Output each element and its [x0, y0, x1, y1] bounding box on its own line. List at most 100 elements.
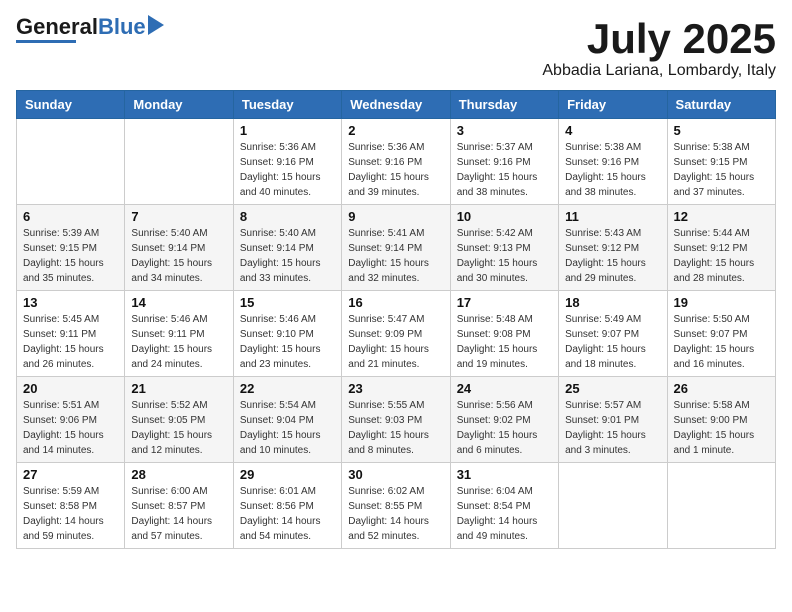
- day-number: 22: [240, 381, 335, 396]
- day-info: Sunrise: 5:37 AMSunset: 9:16 PMDaylight:…: [457, 140, 552, 200]
- day-info: Sunrise: 5:59 AMSunset: 8:58 PMDaylight:…: [23, 484, 118, 544]
- calendar-cell: 31 Sunrise: 6:04 AMSunset: 8:54 PMDayligh…: [450, 463, 558, 549]
- calendar-cell: 17 Sunrise: 5:48 AMSunset: 9:08 PMDayligh…: [450, 291, 558, 377]
- day-info: Sunrise: 5:51 AMSunset: 9:06 PMDaylight:…: [23, 398, 118, 458]
- day-number: 16: [348, 295, 443, 310]
- day-info: Sunrise: 6:02 AMSunset: 8:55 PMDaylight:…: [348, 484, 443, 544]
- day-info: Sunrise: 5:49 AMSunset: 9:07 PMDaylight:…: [565, 312, 660, 372]
- calendar-cell: 2Sunrise: 5:36 AMSunset: 9:16 PMDaylight…: [342, 119, 450, 205]
- day-number: 9: [348, 209, 443, 224]
- day-info: Sunrise: 5:40 AMSunset: 9:14 PMDaylight:…: [240, 226, 335, 286]
- day-number: 10: [457, 209, 552, 224]
- calendar-cell: [667, 463, 775, 549]
- month-title: July 2025: [542, 16, 776, 62]
- day-number: 13: [23, 295, 118, 310]
- calendar-cell: [125, 119, 233, 205]
- weekday-header-cell: Saturday: [667, 91, 775, 119]
- day-info: Sunrise: 5:52 AMSunset: 9:05 PMDaylight:…: [131, 398, 226, 458]
- day-info: Sunrise: 5:46 AMSunset: 9:10 PMDaylight:…: [240, 312, 335, 372]
- day-number: 12: [674, 209, 769, 224]
- day-number: 17: [457, 295, 552, 310]
- logo-arrow-icon: [148, 15, 164, 35]
- day-info: Sunrise: 5:40 AMSunset: 9:14 PMDaylight:…: [131, 226, 226, 286]
- day-number: 28: [131, 467, 226, 482]
- day-info: Sunrise: 6:01 AMSunset: 8:56 PMDaylight:…: [240, 484, 335, 544]
- day-number: 25: [565, 381, 660, 396]
- calendar-cell: 11Sunrise: 5:43 AMSunset: 9:12 PMDayligh…: [559, 205, 667, 291]
- day-number: 23: [348, 381, 443, 396]
- calendar-cell: [17, 119, 125, 205]
- calendar-week-row: 27 Sunrise: 5:59 AMSunset: 8:58 PMDayligh…: [17, 463, 776, 549]
- day-number: 6: [23, 209, 118, 224]
- calendar-week-row: 6Sunrise: 5:39 AMSunset: 9:15 PMDaylight…: [17, 205, 776, 291]
- day-number: 8: [240, 209, 335, 224]
- calendar-cell: 21 Sunrise: 5:52 AMSunset: 9:05 PMDayligh…: [125, 377, 233, 463]
- day-number: 31: [457, 467, 552, 482]
- calendar-week-row: 13Sunrise: 5:45 AMSunset: 9:11 PMDayligh…: [17, 291, 776, 377]
- day-info: Sunrise: 5:47 AMSunset: 9:09 PMDaylight:…: [348, 312, 443, 372]
- calendar-cell: 20 Sunrise: 5:51 AMSunset: 9:06 PMDayligh…: [17, 377, 125, 463]
- calendar-cell: 16 Sunrise: 5:47 AMSunset: 9:09 PMDayligh…: [342, 291, 450, 377]
- day-number: 3: [457, 123, 552, 138]
- calendar-cell: 3 Sunrise: 5:37 AMSunset: 9:16 PMDaylight…: [450, 119, 558, 205]
- title-block: July 2025 Abbadia Lariana, Lombardy, Ita…: [542, 16, 776, 80]
- calendar-cell: 12Sunrise: 5:44 AMSunset: 9:12 PMDayligh…: [667, 205, 775, 291]
- weekday-header-row: SundayMondayTuesdayWednesdayThursdayFrid…: [17, 91, 776, 119]
- day-number: 20: [23, 381, 118, 396]
- logo: GeneralBlue: [16, 16, 164, 43]
- day-info: Sunrise: 6:04 AMSunset: 8:54 PMDaylight:…: [457, 484, 552, 544]
- calendar-cell: 4 Sunrise: 5:38 AMSunset: 9:16 PMDaylight…: [559, 119, 667, 205]
- day-number: 4: [565, 123, 660, 138]
- logo-text: GeneralBlue: [16, 16, 146, 38]
- day-info: Sunrise: 5:41 AMSunset: 9:14 PMDaylight:…: [348, 226, 443, 286]
- calendar-cell: 29 Sunrise: 6:01 AMSunset: 8:56 PMDayligh…: [233, 463, 341, 549]
- calendar-cell: 7 Sunrise: 5:40 AMSunset: 9:14 PMDaylight…: [125, 205, 233, 291]
- day-number: 15: [240, 295, 335, 310]
- calendar-cell: 18Sunrise: 5:49 AMSunset: 9:07 PMDayligh…: [559, 291, 667, 377]
- calendar-cell: 22Sunrise: 5:54 AMSunset: 9:04 PMDayligh…: [233, 377, 341, 463]
- day-info: Sunrise: 5:56 AMSunset: 9:02 PMDaylight:…: [457, 398, 552, 458]
- day-number: 11: [565, 209, 660, 224]
- calendar-cell: 23 Sunrise: 5:55 AMSunset: 9:03 PMDayligh…: [342, 377, 450, 463]
- day-number: 2: [348, 123, 443, 138]
- calendar-cell: 9 Sunrise: 5:41 AMSunset: 9:14 PMDaylight…: [342, 205, 450, 291]
- weekday-header-cell: Wednesday: [342, 91, 450, 119]
- day-info: Sunrise: 5:36 AMSunset: 9:16 PMDaylight:…: [240, 140, 335, 200]
- weekday-header-cell: Friday: [559, 91, 667, 119]
- calendar-cell: 27 Sunrise: 5:59 AMSunset: 8:58 PMDayligh…: [17, 463, 125, 549]
- day-number: 30: [348, 467, 443, 482]
- day-number: 26: [674, 381, 769, 396]
- calendar-cell: 14Sunrise: 5:46 AMSunset: 9:11 PMDayligh…: [125, 291, 233, 377]
- day-number: 27: [23, 467, 118, 482]
- day-number: 24: [457, 381, 552, 396]
- logo-underline: [16, 40, 76, 43]
- day-number: 19: [674, 295, 769, 310]
- calendar-cell: 10Sunrise: 5:42 AMSunset: 9:13 PMDayligh…: [450, 205, 558, 291]
- day-info: Sunrise: 5:48 AMSunset: 9:08 PMDaylight:…: [457, 312, 552, 372]
- day-info: Sunrise: 5:46 AMSunset: 9:11 PMDaylight:…: [131, 312, 226, 372]
- calendar-cell: 26 Sunrise: 5:58 AMSunset: 9:00 PMDayligh…: [667, 377, 775, 463]
- calendar-cell: 13Sunrise: 5:45 AMSunset: 9:11 PMDayligh…: [17, 291, 125, 377]
- calendar-cell: 15 Sunrise: 5:46 AMSunset: 9:10 PMDayligh…: [233, 291, 341, 377]
- calendar-cell: 25 Sunrise: 5:57 AMSunset: 9:01 PMDayligh…: [559, 377, 667, 463]
- day-info: Sunrise: 5:58 AMSunset: 9:00 PMDaylight:…: [674, 398, 769, 458]
- day-number: 29: [240, 467, 335, 482]
- weekday-header-cell: Monday: [125, 91, 233, 119]
- day-info: Sunrise: 6:00 AMSunset: 8:57 PMDaylight:…: [131, 484, 226, 544]
- calendar-cell: 5Sunrise: 5:38 AMSunset: 9:15 PMDaylight…: [667, 119, 775, 205]
- day-info: Sunrise: 5:38 AMSunset: 9:16 PMDaylight:…: [565, 140, 660, 200]
- day-info: Sunrise: 5:57 AMSunset: 9:01 PMDaylight:…: [565, 398, 660, 458]
- calendar-cell: [559, 463, 667, 549]
- day-number: 1: [240, 123, 335, 138]
- day-number: 7: [131, 209, 226, 224]
- calendar-cell: 24 Sunrise: 5:56 AMSunset: 9:02 PMDayligh…: [450, 377, 558, 463]
- calendar-cell: 1 Sunrise: 5:36 AMSunset: 9:16 PMDaylight…: [233, 119, 341, 205]
- day-number: 5: [674, 123, 769, 138]
- day-info: Sunrise: 5:55 AMSunset: 9:03 PMDaylight:…: [348, 398, 443, 458]
- calendar-cell: 30 Sunrise: 6:02 AMSunset: 8:55 PMDayligh…: [342, 463, 450, 549]
- calendar-cell: 28 Sunrise: 6:00 AMSunset: 8:57 PMDayligh…: [125, 463, 233, 549]
- day-number: 21: [131, 381, 226, 396]
- calendar-week-row: 1 Sunrise: 5:36 AMSunset: 9:16 PMDaylight…: [17, 119, 776, 205]
- calendar: SundayMondayTuesdayWednesdayThursdayFrid…: [16, 90, 776, 549]
- calendar-cell: 19Sunrise: 5:50 AMSunset: 9:07 PMDayligh…: [667, 291, 775, 377]
